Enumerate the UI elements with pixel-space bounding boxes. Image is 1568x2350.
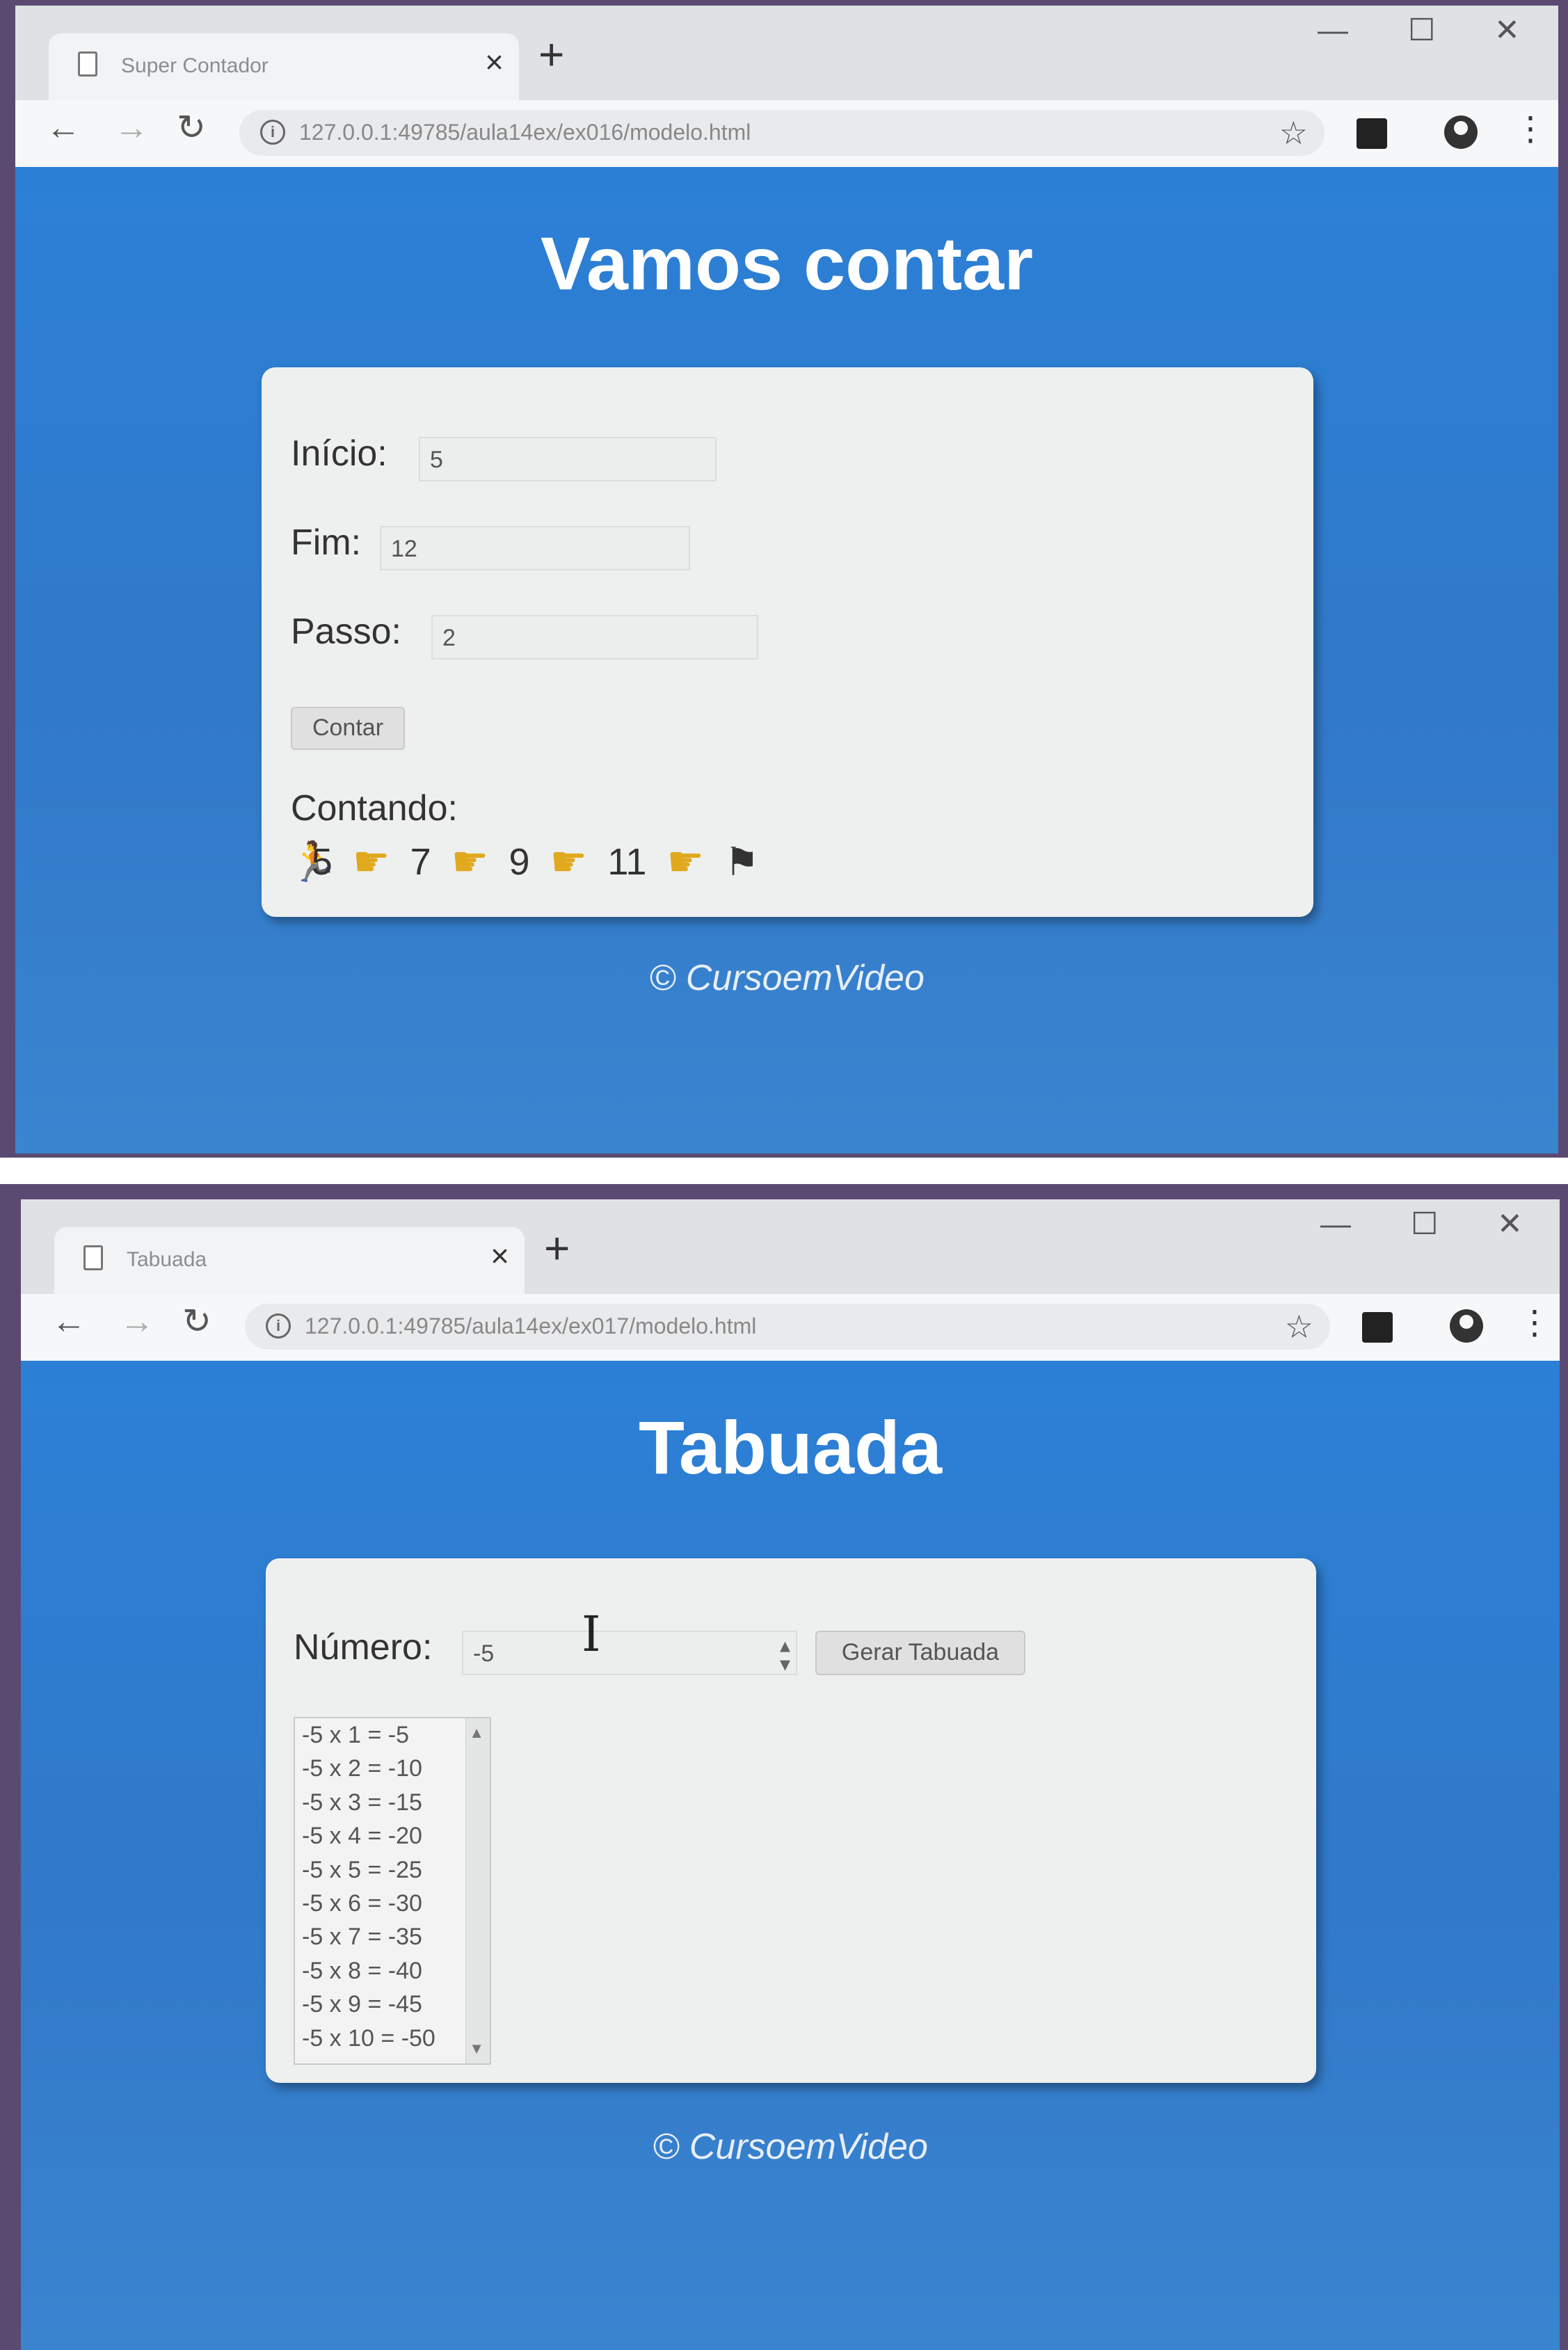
page-icon [78, 51, 97, 77]
list-item[interactable]: -5 x 6 = -30 [295, 1887, 490, 1920]
pointing-hand-icon: ☛ [451, 838, 489, 885]
browser-window-contador: Super Contador × + — ☐ ✕ ← → ↻ i 127.0.0… [15, 6, 1558, 1153]
profile-icon[interactable] [1444, 115, 1478, 149]
menu-icon[interactable]: ⋮ [1514, 113, 1547, 146]
tab-tabuada[interactable]: Tabuada × [54, 1227, 525, 1294]
tab-strip: Tabuada × + — ☐ ✕ [21, 1199, 1560, 1294]
numero-label: Número: [294, 1627, 433, 1668]
inicio-label: Início: [291, 433, 387, 474]
page-content: Vamos contar Início: 5 Fim: 12 Passo: 2 … [15, 167, 1558, 1153]
close-window-icon[interactable]: ✕ [1497, 1209, 1523, 1240]
address-bar[interactable]: i 127.0.0.1:49785/aula14ex/ex016/modelo.… [239, 110, 1325, 156]
passo-input[interactable]: 2 [431, 615, 758, 660]
gerar-tabuada-button[interactable]: Gerar Tabuada [815, 1631, 1025, 1675]
browser-toolbar: ← → ↻ i 127.0.0.1:49785/aula14ex/ex016/m… [15, 100, 1558, 167]
pointing-hand-icon: ☛ [550, 838, 588, 885]
form-card: Número: -5 ▴ ▾ Gerar Tabuada I -5 x 1 = -… [266, 1558, 1316, 2083]
browser-window-tabuada: Tabuada × + — ☐ ✕ ← → ↻ i 127.0.0.1:4978… [21, 1199, 1560, 2350]
tab-title: Tabuada [127, 1248, 207, 1271]
footer-credit: © CursoemVideo [649, 958, 925, 998]
maximize-icon[interactable]: ☐ [1408, 15, 1435, 46]
form-card: Início: 5 Fim: 12 Passo: 2 Contar Contan… [262, 367, 1313, 917]
tab-close-icon[interactable]: × [485, 46, 504, 78]
image-divider [0, 1158, 1568, 1184]
tab-title: Super Contador [121, 54, 269, 77]
list-item[interactable]: -5 x 3 = -15 [295, 1786, 490, 1819]
info-icon[interactable]: i [260, 120, 285, 145]
pointing-hand-icon: ☛ [666, 838, 705, 885]
inicio-input[interactable]: 5 [419, 437, 717, 481]
bookmark-star-icon[interactable]: ☆ [1279, 114, 1308, 152]
forward-icon[interactable]: → [114, 110, 149, 145]
close-window-icon[interactable]: ✕ [1494, 15, 1520, 46]
list-item[interactable]: -5 x 8 = -40 [295, 1954, 490, 1988]
numero-input[interactable]: -5 ▴ ▾ [462, 1631, 797, 1675]
minimize-icon[interactable]: — [1318, 15, 1348, 46]
footer-credit: © CursoemVideo [653, 2127, 928, 2167]
profile-icon[interactable] [1450, 1309, 1483, 1343]
count-value: 11 [607, 841, 647, 883]
extension-icon[interactable] [1357, 118, 1387, 149]
count-value: 5 [311, 841, 333, 883]
reload-icon[interactable]: ↻ [182, 1304, 211, 1338]
extension-icon[interactable] [1362, 1312, 1393, 1343]
info-icon[interactable]: i [266, 1313, 291, 1338]
list-item[interactable]: -5 x 5 = -25 [295, 1853, 490, 1887]
address-bar[interactable]: i 127.0.0.1:49785/aula14ex/ex017/modelo.… [245, 1304, 1330, 1350]
page-content: Tabuada Número: -5 ▴ ▾ Gerar Tabuada I -5… [21, 1361, 1560, 2350]
back-icon[interactable]: ← [51, 1304, 86, 1338]
minimize-icon[interactable]: — [1320, 1209, 1351, 1240]
scroll-up-icon[interactable]: ▲ [469, 1724, 484, 1742]
list-item[interactable]: -5 x 9 = -45 [295, 1988, 490, 2021]
new-tab-button[interactable]: + [538, 32, 564, 77]
scrollbar[interactable]: ▲ ▼ [465, 1718, 490, 2063]
count-value: 9 [509, 841, 530, 883]
back-icon[interactable]: ← [46, 110, 81, 145]
page-title: Tabuada [638, 1405, 943, 1489]
contar-button[interactable]: Contar [291, 707, 405, 750]
passo-label: Passo: [291, 612, 401, 652]
tabuada-select[interactable]: -5 x 1 = -5 -5 x 2 = -10 -5 x 3 = -15 -5… [294, 1717, 491, 2065]
url-text: 127.0.0.1:49785/aula14ex/ex017/modelo.ht… [305, 1313, 757, 1338]
browser-chrome: Tabuada × + — ☐ ✕ ← → ↻ i 127.0.0.1:4978… [21, 1199, 1560, 1361]
list-item[interactable]: -5 x 10 = -50 [295, 2022, 490, 2055]
list-item[interactable]: -5 x 1 = -5 [295, 1718, 490, 1752]
new-tab-button[interactable]: + [544, 1226, 570, 1270]
maximize-icon[interactable]: ☐ [1411, 1209, 1438, 1240]
list-item[interactable]: -5 x 7 = -35 [295, 1920, 490, 1953]
numero-value: -5 [473, 1640, 495, 1667]
fim-input[interactable]: 12 [380, 526, 690, 570]
page-title: Vamos contar [540, 221, 1034, 305]
count-value: 7 [410, 841, 431, 883]
fim-label: Fim: [291, 522, 362, 563]
bookmark-star-icon[interactable]: ☆ [1285, 1308, 1313, 1345]
browser-chrome: Super Contador × + — ☐ ✕ ← → ↻ i 127.0.0… [15, 6, 1558, 167]
text-cursor-icon: I [582, 1606, 601, 1663]
page-icon [83, 1245, 103, 1270]
pointing-hand-icon: ☛ [352, 838, 390, 885]
browser-toolbar: ← → ↻ i 127.0.0.1:49785/aula14ex/ex017/m… [21, 1294, 1560, 1361]
flag-icon: ⚑ [724, 840, 760, 884]
forward-icon[interactable]: → [120, 1304, 154, 1338]
list-item[interactable]: -5 x 4 = -20 [295, 1819, 490, 1853]
tab-super-contador[interactable]: Super Contador × [49, 33, 519, 100]
scroll-down-icon[interactable]: ▼ [469, 2040, 484, 2058]
reload-icon[interactable]: ↻ [177, 110, 206, 145]
tab-close-icon[interactable]: × [490, 1240, 509, 1272]
list-item[interactable]: -5 x 2 = -10 [295, 1752, 490, 1785]
tab-strip: Super Contador × + — ☐ ✕ [15, 6, 1558, 100]
url-text: 127.0.0.1:49785/aula14ex/ex016/modelo.ht… [299, 120, 751, 145]
number-spinner[interactable]: ▴ ▾ [780, 1636, 790, 1675]
count-output: 🏃5 ☛ 7 ☛ 9 ☛ 11 ☛ ⚑ [289, 838, 769, 886]
menu-icon[interactable]: ⋮ [1518, 1306, 1551, 1340]
result-label: Contando: [291, 788, 458, 829]
